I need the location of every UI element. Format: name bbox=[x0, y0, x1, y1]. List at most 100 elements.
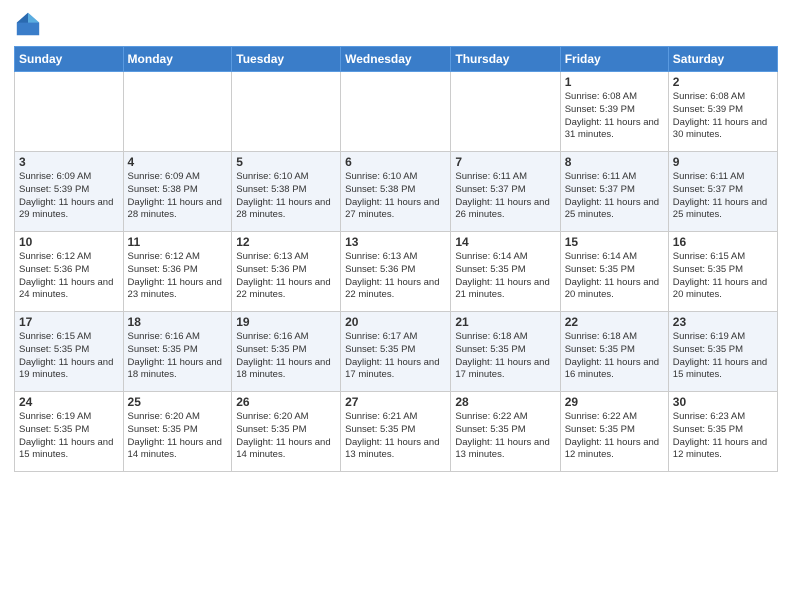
calendar-cell: 15 Sunrise: 6:14 AM Sunset: 5:35 PM Dayli… bbox=[560, 232, 668, 312]
calendar-cell: 20 Sunrise: 6:17 AM Sunset: 5:35 PM Dayli… bbox=[341, 312, 451, 392]
day-info: Sunrise: 6:19 AM Sunset: 5:35 PM Dayligh… bbox=[19, 411, 119, 462]
day-info: Sunrise: 6:17 AM Sunset: 5:35 PM Dayligh… bbox=[345, 331, 446, 382]
calendar-cell: 19 Sunrise: 6:16 AM Sunset: 5:35 PM Dayli… bbox=[232, 312, 341, 392]
day-info: Sunrise: 6:18 AM Sunset: 5:35 PM Dayligh… bbox=[455, 331, 555, 382]
day-number: 8 bbox=[565, 155, 664, 169]
day-info: Sunrise: 6:19 AM Sunset: 5:35 PM Dayligh… bbox=[673, 331, 773, 382]
calendar-cell: 30Sunrise: 6:23 AM Sunset: 5:35 PM Dayli… bbox=[668, 392, 777, 472]
calendar-cell: 18Sunrise: 6:16 AM Sunset: 5:35 PM Dayli… bbox=[123, 312, 232, 392]
day-number: 19 bbox=[236, 315, 336, 329]
day-number: 5 bbox=[236, 155, 336, 169]
calendar-cell: 28Sunrise: 6:22 AM Sunset: 5:35 PM Dayli… bbox=[451, 392, 560, 472]
calendar-cell bbox=[451, 72, 560, 152]
weekday-header-friday: Friday bbox=[560, 47, 668, 72]
day-info: Sunrise: 6:20 AM Sunset: 5:35 PM Dayligh… bbox=[236, 411, 336, 462]
day-info: Sunrise: 6:22 AM Sunset: 5:35 PM Dayligh… bbox=[565, 411, 664, 462]
day-info: Sunrise: 6:18 AM Sunset: 5:35 PM Dayligh… bbox=[565, 331, 664, 382]
week-row-5: 24 Sunrise: 6:19 AM Sunset: 5:35 PM Dayli… bbox=[15, 392, 778, 472]
day-number: 9 bbox=[673, 155, 773, 169]
calendar-cell: 13 Sunrise: 6:13 AM Sunset: 5:36 PM Dayli… bbox=[341, 232, 451, 312]
weekday-header-thursday: Thursday bbox=[451, 47, 560, 72]
day-number: 25 bbox=[128, 395, 228, 409]
calendar-cell: 17 Sunrise: 6:15 AM Sunset: 5:35 PM Dayli… bbox=[15, 312, 124, 392]
day-info: Sunrise: 6:10 AM Sunset: 5:38 PM Dayligh… bbox=[345, 171, 446, 222]
day-number: 1 bbox=[565, 75, 664, 89]
calendar-cell: 11 Sunrise: 6:12 AM Sunset: 5:36 PM Dayli… bbox=[123, 232, 232, 312]
day-number: 15 bbox=[565, 235, 664, 249]
calendar-cell: 14 Sunrise: 6:14 AM Sunset: 5:35 PM Dayli… bbox=[451, 232, 560, 312]
calendar-cell: 12Sunrise: 6:13 AM Sunset: 5:36 PM Dayli… bbox=[232, 232, 341, 312]
day-number: 13 bbox=[345, 235, 446, 249]
calendar-cell: 23 Sunrise: 6:19 AM Sunset: 5:35 PM Dayli… bbox=[668, 312, 777, 392]
calendar-cell: 3Sunrise: 6:09 AM Sunset: 5:39 PM Daylig… bbox=[15, 152, 124, 232]
day-number: 6 bbox=[345, 155, 446, 169]
day-number: 16 bbox=[673, 235, 773, 249]
weekday-header-saturday: Saturday bbox=[668, 47, 777, 72]
day-info: Sunrise: 6:11 AM Sunset: 5:37 PM Dayligh… bbox=[673, 171, 773, 222]
day-info: Sunrise: 6:09 AM Sunset: 5:39 PM Dayligh… bbox=[19, 171, 119, 222]
calendar-cell bbox=[15, 72, 124, 152]
calendar-cell bbox=[341, 72, 451, 152]
day-number: 10 bbox=[19, 235, 119, 249]
day-info: Sunrise: 6:11 AM Sunset: 5:37 PM Dayligh… bbox=[455, 171, 555, 222]
calendar-body: 1 Sunrise: 6:08 AM Sunset: 5:39 PM Daylig… bbox=[15, 72, 778, 472]
day-info: Sunrise: 6:23 AM Sunset: 5:35 PM Dayligh… bbox=[673, 411, 773, 462]
day-info: Sunrise: 6:16 AM Sunset: 5:35 PM Dayligh… bbox=[128, 331, 228, 382]
calendar-cell: 26 Sunrise: 6:20 AM Sunset: 5:35 PM Dayli… bbox=[232, 392, 341, 472]
day-info: Sunrise: 6:15 AM Sunset: 5:35 PM Dayligh… bbox=[673, 251, 773, 302]
calendar-cell: 29 Sunrise: 6:22 AM Sunset: 5:35 PM Dayli… bbox=[560, 392, 668, 472]
week-row-1: 1 Sunrise: 6:08 AM Sunset: 5:39 PM Daylig… bbox=[15, 72, 778, 152]
day-number: 24 bbox=[19, 395, 119, 409]
day-number: 29 bbox=[565, 395, 664, 409]
day-info: Sunrise: 6:10 AM Sunset: 5:38 PM Dayligh… bbox=[236, 171, 336, 222]
day-number: 21 bbox=[455, 315, 555, 329]
week-row-4: 17 Sunrise: 6:15 AM Sunset: 5:35 PM Dayli… bbox=[15, 312, 778, 392]
calendar-cell: 24 Sunrise: 6:19 AM Sunset: 5:35 PM Dayli… bbox=[15, 392, 124, 472]
day-info: Sunrise: 6:14 AM Sunset: 5:35 PM Dayligh… bbox=[455, 251, 555, 302]
header bbox=[14, 10, 778, 38]
day-info: Sunrise: 6:14 AM Sunset: 5:35 PM Dayligh… bbox=[565, 251, 664, 302]
day-info: Sunrise: 6:11 AM Sunset: 5:37 PM Dayligh… bbox=[565, 171, 664, 222]
weekday-header-sunday: Sunday bbox=[15, 47, 124, 72]
day-info: Sunrise: 6:13 AM Sunset: 5:36 PM Dayligh… bbox=[345, 251, 446, 302]
day-number: 14 bbox=[455, 235, 555, 249]
calendar-cell: 8 Sunrise: 6:11 AM Sunset: 5:37 PM Daylig… bbox=[560, 152, 668, 232]
day-number: 28 bbox=[455, 395, 555, 409]
calendar-cell: 21 Sunrise: 6:18 AM Sunset: 5:35 PM Dayli… bbox=[451, 312, 560, 392]
calendar-cell: 5 Sunrise: 6:10 AM Sunset: 5:38 PM Daylig… bbox=[232, 152, 341, 232]
day-info: Sunrise: 6:15 AM Sunset: 5:35 PM Dayligh… bbox=[19, 331, 119, 382]
day-number: 27 bbox=[345, 395, 446, 409]
calendar-cell: 27 Sunrise: 6:21 AM Sunset: 5:35 PM Dayli… bbox=[341, 392, 451, 472]
day-number: 7 bbox=[455, 155, 555, 169]
calendar-cell: 6 Sunrise: 6:10 AM Sunset: 5:38 PM Daylig… bbox=[341, 152, 451, 232]
day-info: Sunrise: 6:20 AM Sunset: 5:35 PM Dayligh… bbox=[128, 411, 228, 462]
calendar-header: SundayMondayTuesdayWednesdayThursdayFrid… bbox=[15, 47, 778, 72]
calendar-cell bbox=[123, 72, 232, 152]
calendar-cell: 10 Sunrise: 6:12 AM Sunset: 5:36 PM Dayli… bbox=[15, 232, 124, 312]
weekday-header-monday: Monday bbox=[123, 47, 232, 72]
day-number: 11 bbox=[128, 235, 228, 249]
logo bbox=[14, 10, 46, 38]
logo-icon bbox=[14, 10, 42, 38]
day-number: 23 bbox=[673, 315, 773, 329]
calendar-cell: 7 Sunrise: 6:11 AM Sunset: 5:37 PM Daylig… bbox=[451, 152, 560, 232]
day-info: Sunrise: 6:21 AM Sunset: 5:35 PM Dayligh… bbox=[345, 411, 446, 462]
day-number: 26 bbox=[236, 395, 336, 409]
calendar-cell bbox=[232, 72, 341, 152]
calendar-cell: 4Sunrise: 6:09 AM Sunset: 5:38 PM Daylig… bbox=[123, 152, 232, 232]
calendar-cell: 25 Sunrise: 6:20 AM Sunset: 5:35 PM Dayli… bbox=[123, 392, 232, 472]
day-info: Sunrise: 6:12 AM Sunset: 5:36 PM Dayligh… bbox=[19, 251, 119, 302]
day-number: 17 bbox=[19, 315, 119, 329]
calendar-cell: 16 Sunrise: 6:15 AM Sunset: 5:35 PM Dayli… bbox=[668, 232, 777, 312]
day-info: Sunrise: 6:08 AM Sunset: 5:39 PM Dayligh… bbox=[565, 91, 664, 142]
calendar-cell: 9 Sunrise: 6:11 AM Sunset: 5:37 PM Daylig… bbox=[668, 152, 777, 232]
day-number: 12 bbox=[236, 235, 336, 249]
day-info: Sunrise: 6:12 AM Sunset: 5:36 PM Dayligh… bbox=[128, 251, 228, 302]
day-number: 20 bbox=[345, 315, 446, 329]
calendar-cell: 22Sunrise: 6:18 AM Sunset: 5:35 PM Dayli… bbox=[560, 312, 668, 392]
day-info: Sunrise: 6:16 AM Sunset: 5:35 PM Dayligh… bbox=[236, 331, 336, 382]
day-info: Sunrise: 6:09 AM Sunset: 5:38 PM Dayligh… bbox=[128, 171, 228, 222]
week-row-2: 3Sunrise: 6:09 AM Sunset: 5:39 PM Daylig… bbox=[15, 152, 778, 232]
page: SundayMondayTuesdayWednesdayThursdayFrid… bbox=[0, 0, 792, 482]
calendar-cell: 2Sunrise: 6:08 AM Sunset: 5:39 PM Daylig… bbox=[668, 72, 777, 152]
